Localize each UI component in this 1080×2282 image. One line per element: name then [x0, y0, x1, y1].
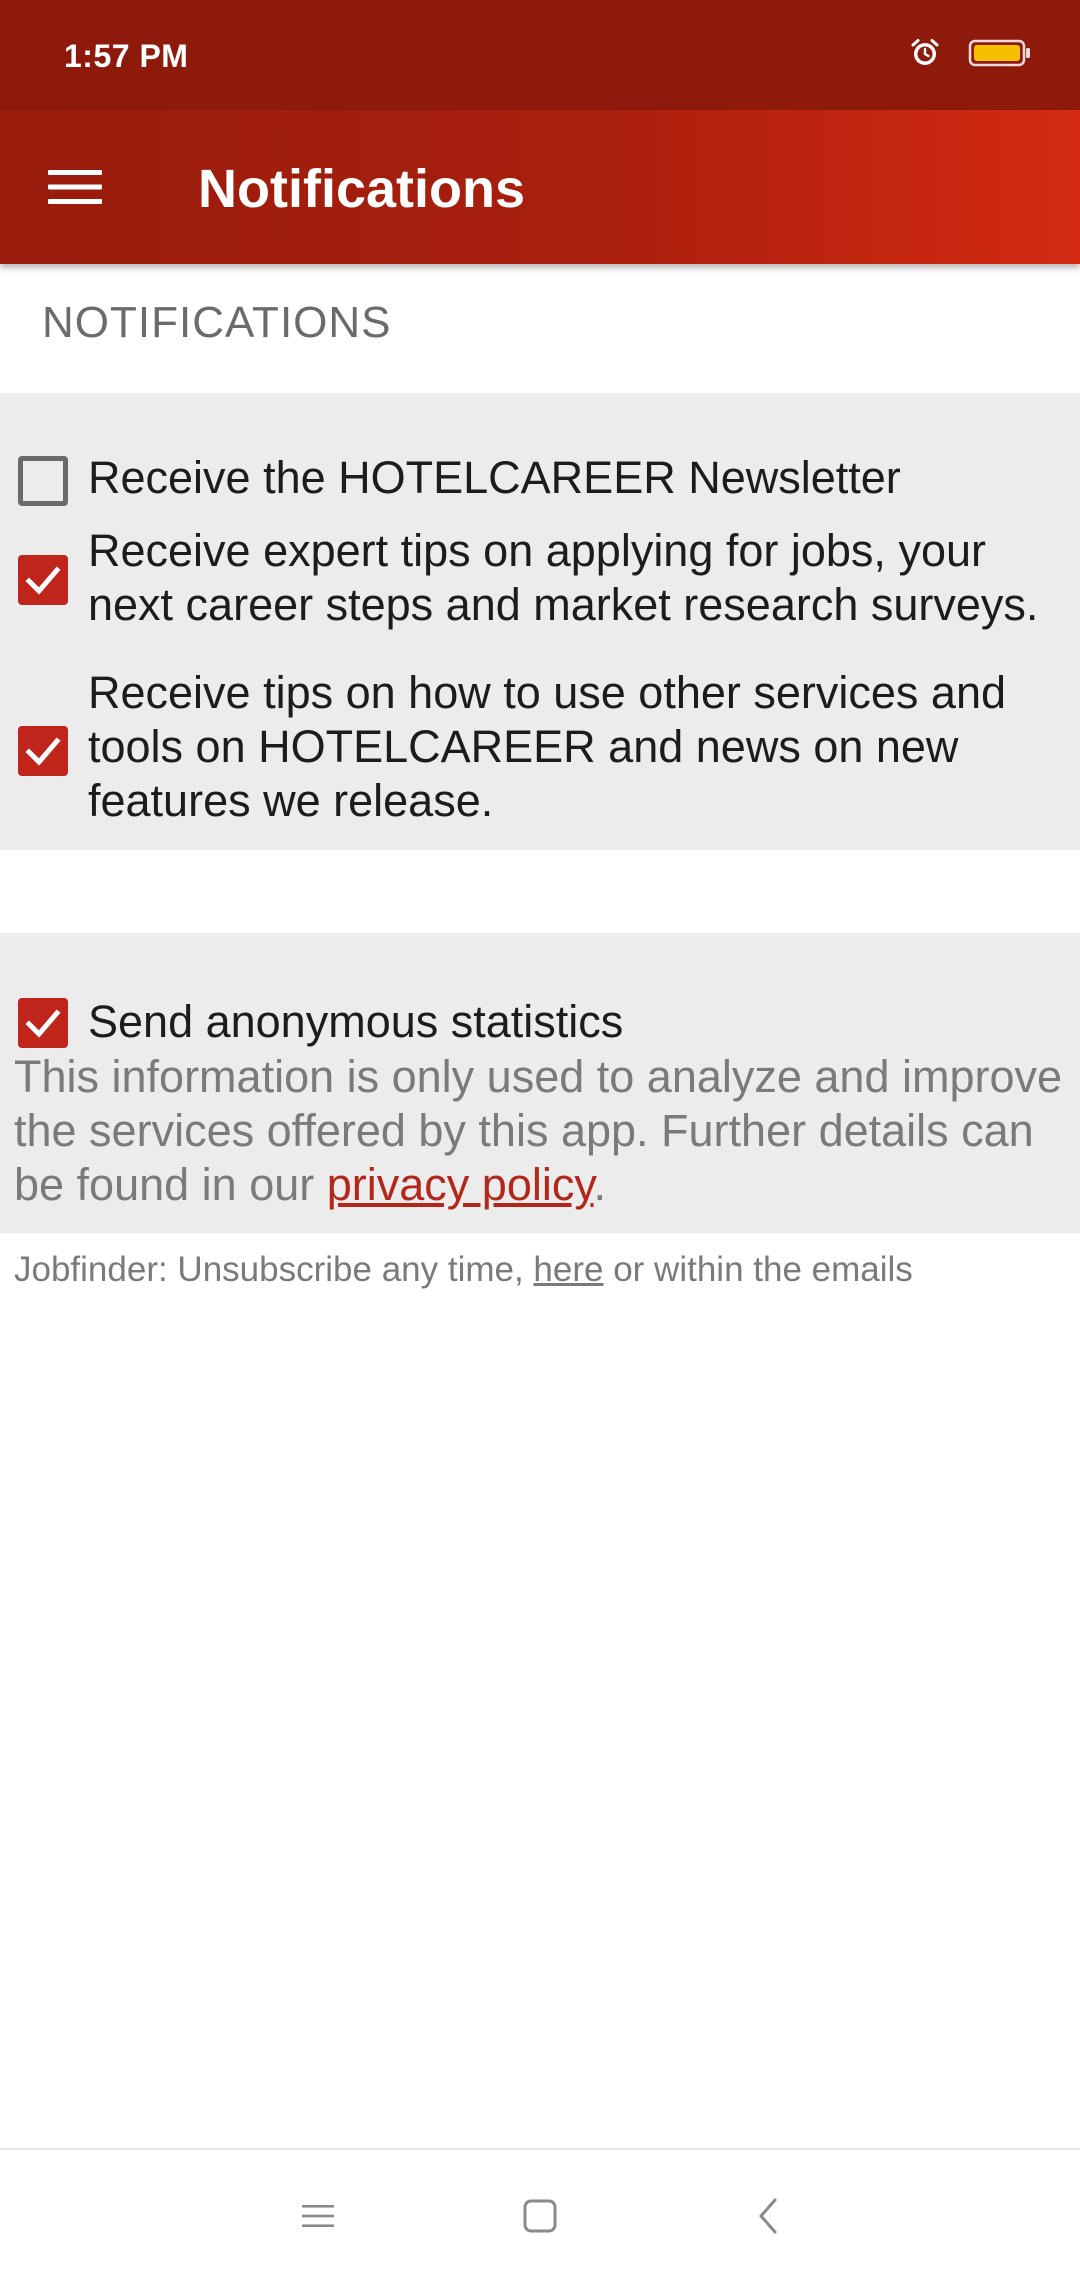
home-icon[interactable]	[510, 2186, 570, 2246]
info-line-3-suffix: .	[593, 1159, 607, 1210]
back-icon[interactable]	[738, 2186, 798, 2246]
unsubscribe-prefix: Jobfinder: Unsubscribe any time,	[14, 1250, 534, 1289]
service-tips-option[interactable]: Receive tips on how to use other service…	[0, 665, 1080, 835]
newsletter-checkbox[interactable]	[18, 456, 68, 506]
notification-options-group: Receive the HOTELCAREER Newsletter Recei…	[0, 393, 1080, 850]
expert-tips-option[interactable]: Receive expert tips on applying for jobs…	[0, 523, 1080, 643]
status-icons	[910, 38, 1032, 68]
hamburger-menu-icon[interactable]	[40, 155, 110, 219]
alarm-icon	[910, 38, 940, 68]
statistics-info-text: This information is only used to analyze…	[14, 1050, 1080, 1212]
info-line-3: be found in our privacy policy.	[14, 1158, 1080, 1212]
service-tips-label: Receive tips on how to use other service…	[88, 667, 1006, 826]
anonymous-statistics-label: Send anonymous statistics	[88, 996, 624, 1047]
privacy-policy-link[interactable]: privacy policy	[327, 1159, 594, 1210]
unsubscribe-suffix: or within the emails	[603, 1250, 913, 1289]
status-bar: 1:57 PM	[0, 0, 1080, 110]
page-title: Notifications	[198, 159, 526, 219]
recents-icon[interactable]	[288, 2186, 348, 2246]
battery-icon	[968, 38, 1032, 68]
info-line-3-prefix: be found in our	[14, 1159, 327, 1210]
unsubscribe-note: Jobfinder: Unsubscribe any time, here or…	[14, 1250, 913, 1290]
system-navigation-bar	[0, 2148, 1080, 2282]
service-tips-checkbox[interactable]	[18, 726, 68, 776]
anonymous-statistics-option[interactable]: Send anonymous statistics	[0, 963, 1080, 1048]
newsletter-option[interactable]: Receive the HOTELCAREER Newsletter	[0, 423, 1080, 506]
anonymous-statistics-checkbox[interactable]	[18, 998, 68, 1048]
newsletter-label: Receive the HOTELCAREER Newsletter	[88, 452, 901, 503]
expert-tips-checkbox[interactable]	[18, 555, 68, 605]
info-line-2: the services offered by this app. Furthe…	[14, 1105, 1034, 1156]
app-bar: Notifications	[0, 110, 1080, 264]
section-title: NOTIFICATIONS	[42, 298, 392, 347]
unsubscribe-here-link[interactable]: here	[533, 1250, 603, 1289]
expert-tips-label: Receive expert tips on applying for jobs…	[88, 525, 1039, 630]
status-time: 1:57 PM	[64, 38, 189, 74]
info-line-1: This information is only used to analyze…	[14, 1051, 1063, 1102]
